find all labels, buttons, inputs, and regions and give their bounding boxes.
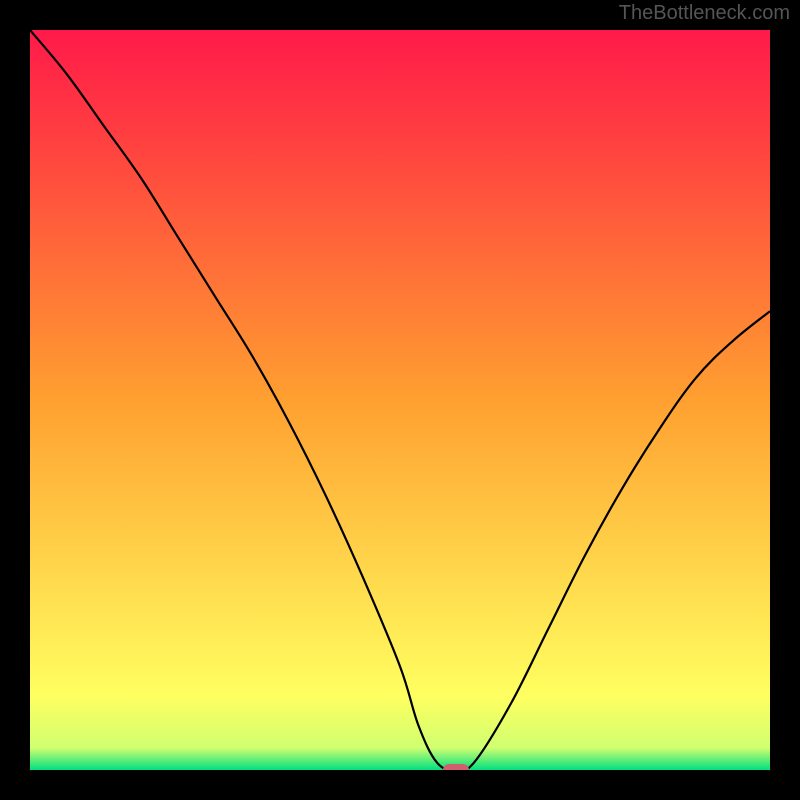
watermark-text: TheBottleneck.com: [619, 2, 790, 25]
optimum-marker: [443, 764, 469, 770]
plot-area: [30, 30, 770, 770]
chart-svg: [30, 30, 770, 770]
gradient-background: [30, 30, 770, 770]
